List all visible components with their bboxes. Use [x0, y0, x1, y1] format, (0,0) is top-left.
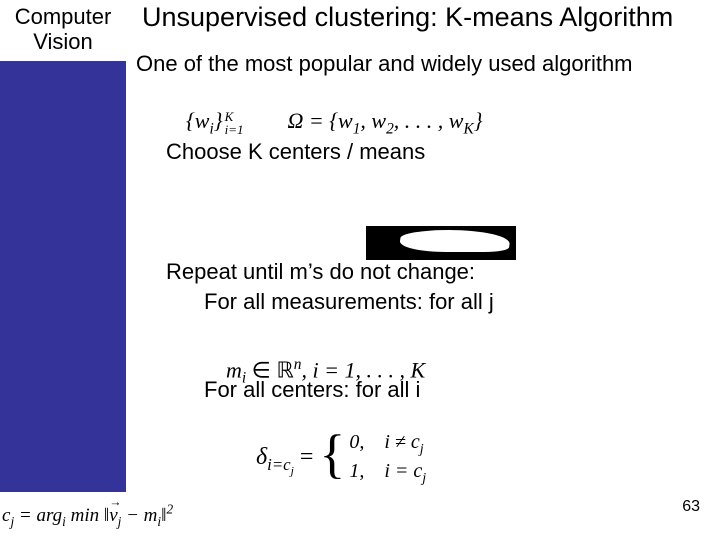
formula-delta: δi=cj = { 0, i ≠ cj 1, i = cj	[256, 430, 426, 487]
repeat-text: Repeat until m’s do not change:	[166, 259, 710, 285]
slide-title: Unsupervised clustering: K-means Algorit…	[136, 2, 710, 33]
page-number: 63	[682, 498, 700, 516]
sidebar: Computer Vision cj = argi min ‖vj − mi‖2	[0, 0, 126, 540]
image-placeholder	[366, 226, 516, 260]
choose-text: Choose K centers / means	[166, 139, 710, 165]
formula-mi: mi ∈ ℝn, i = 1, . . . , K	[226, 356, 425, 388]
sidebar-title-line2: Vision	[33, 29, 93, 54]
sidebar-title: Computer Vision	[0, 0, 126, 61]
formula-weight-set: {wi}Ki=1 Ω = {w1, w2, . . . , wK}	[186, 108, 483, 138]
main-content: Unsupervised clustering: K-means Algorit…	[126, 0, 720, 540]
for-measurements-text: For all measurements: for all j	[204, 289, 710, 315]
sidebar-title-line1: Computer	[15, 4, 112, 29]
intro-text: One of the most popular and widely used …	[136, 51, 710, 77]
